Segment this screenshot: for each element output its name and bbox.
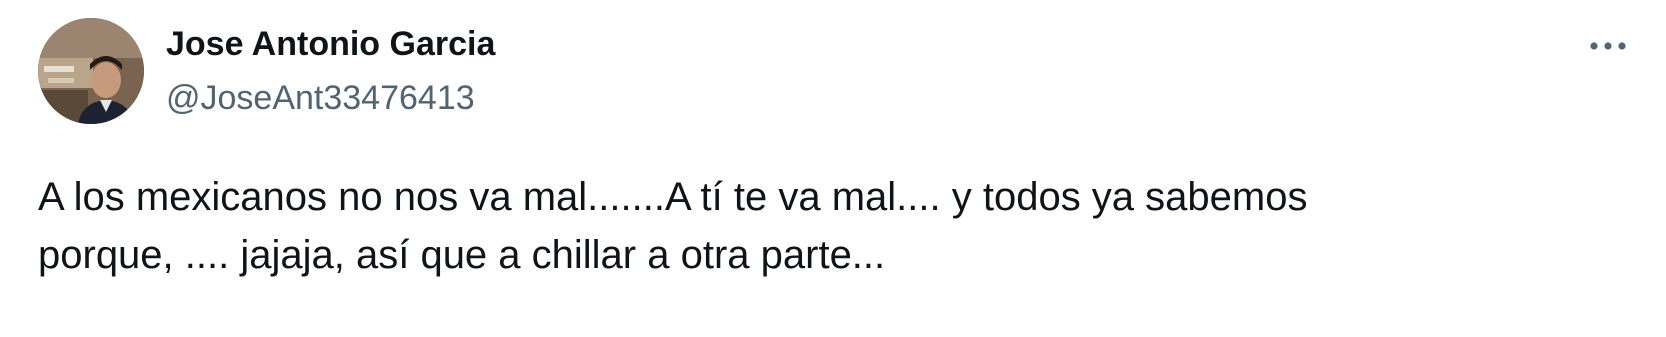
avatar[interactable]: [38, 18, 144, 124]
author-display-name[interactable]: Jose Antonio Garcia: [166, 22, 495, 66]
author-handle[interactable]: @JoseAnt33476413: [166, 76, 475, 120]
more-horizontal-icon: [1590, 42, 1626, 50]
tweet-text: A los mexicanos no nos va mal.......A tí…: [38, 175, 1308, 277]
tweet-card: Jose Antonio Garcia @JoseAnt33476413 A l…: [0, 0, 1666, 337]
avatar-photo: [38, 18, 144, 124]
more-options-button[interactable]: [1584, 28, 1632, 64]
